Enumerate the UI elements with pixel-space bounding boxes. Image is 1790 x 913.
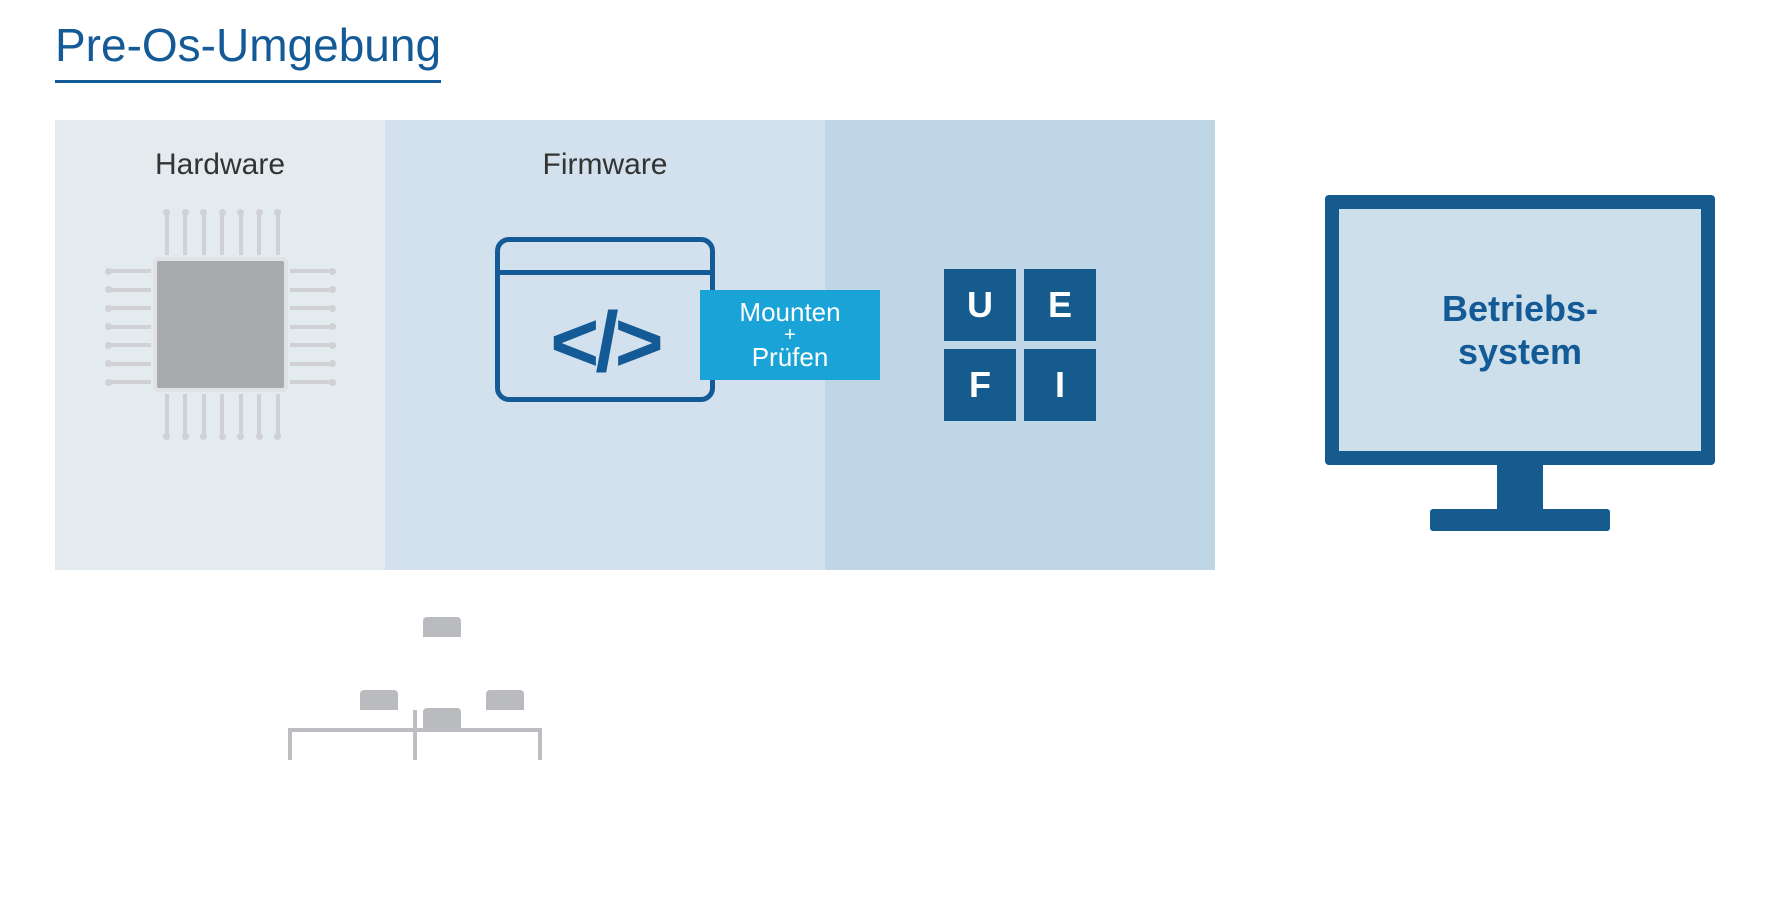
mount-line1: Mounten (739, 299, 840, 326)
panel-uefi: U E F I (825, 120, 1215, 570)
os-monitor: Betriebs- system (1325, 195, 1715, 531)
cpu-chip-icon (103, 207, 338, 442)
uefi-tile-f: F (944, 349, 1016, 421)
filesystem-tree-icon (230, 620, 600, 729)
monitor-screen: Betriebs- system (1325, 195, 1715, 465)
panel-firmware-label: Firmware (543, 148, 668, 182)
os-label-line1: Betriebs- (1442, 288, 1598, 329)
os-label-line2: system (1458, 331, 1582, 372)
uefi-grid-icon: U E F I (944, 269, 1096, 421)
folder-connectors (230, 620, 600, 830)
monitor-neck (1497, 465, 1543, 509)
monitor-base (1430, 509, 1610, 531)
code-window-icon: </> (495, 237, 715, 402)
preos-stage: Hardware Firmware </> U E F I (55, 120, 1215, 570)
panel-hardware: Hardware (55, 120, 385, 570)
diagram-title: Pre-Os-Umgebung (55, 18, 441, 83)
uefi-tile-e: E (1024, 269, 1096, 341)
code-glyph: </> (500, 287, 710, 397)
mount-line2: Prüfen (752, 344, 829, 371)
uefi-tile-u: U (944, 269, 1016, 341)
uefi-tile-i: I (1024, 349, 1096, 421)
panel-hardware-label: Hardware (155, 148, 285, 182)
mount-check-box: Mounten + Prüfen (700, 290, 880, 380)
